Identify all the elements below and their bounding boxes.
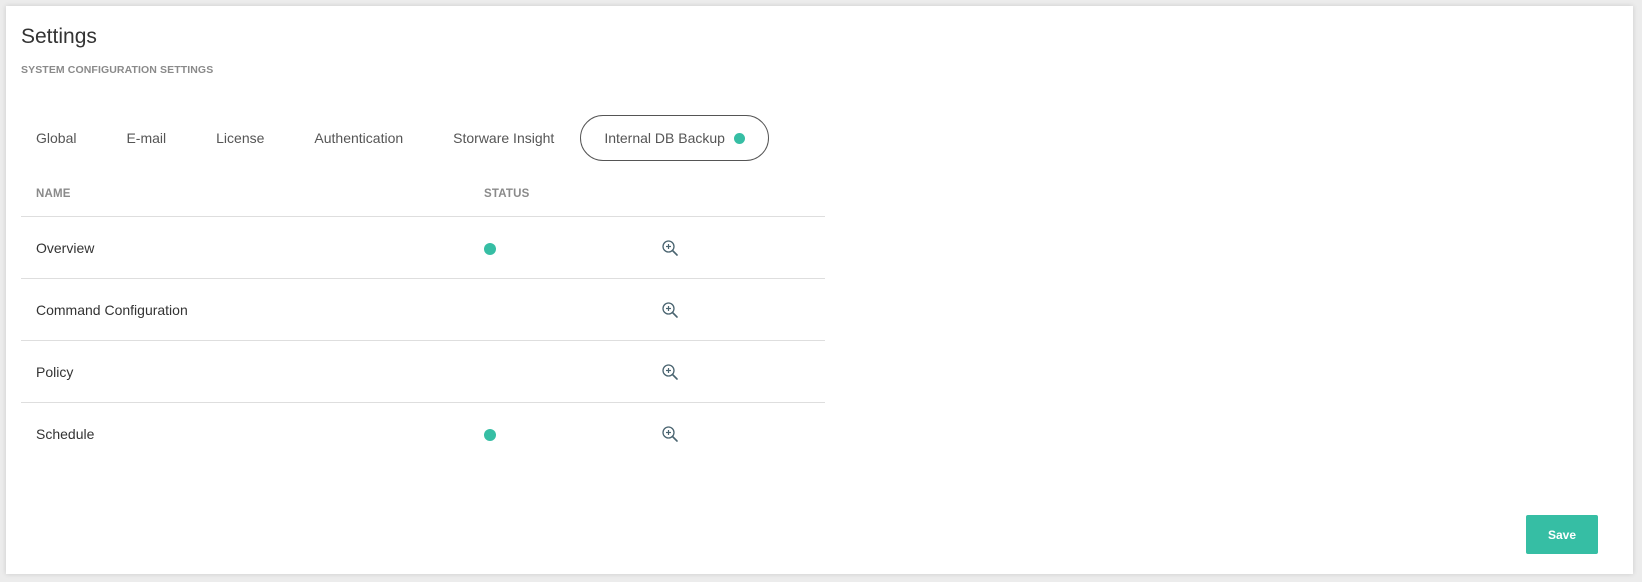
tab-global[interactable]: Global [36, 115, 76, 161]
tab-storware-insight[interactable]: Storware Insight [453, 115, 554, 161]
tab-label: Internal DB Backup [604, 130, 725, 146]
column-header-status: STATUS [484, 188, 530, 200]
tab-label: Authentication [314, 130, 404, 146]
table-row: Command Configuration [21, 279, 825, 341]
tab-internal-db-backup[interactable]: Internal DB Backup [580, 115, 769, 161]
status-ok-icon [484, 243, 496, 255]
save-button[interactable]: Save [1526, 515, 1598, 554]
zoom-in-icon[interactable] [661, 239, 679, 257]
tab-label: E-mail [126, 130, 167, 146]
tab-label: License [216, 130, 265, 146]
settings-tabs: Global E-mail License Authentication Sto… [36, 115, 769, 161]
tab-authentication[interactable]: Authentication [314, 115, 403, 161]
tab-email[interactable]: E-mail [126, 115, 166, 161]
tab-license[interactable]: License [216, 115, 264, 161]
tab-label: Global [36, 130, 77, 146]
settings-table: NAME STATUS Overview Command Configurati… [21, 182, 825, 465]
column-header-name: NAME [36, 188, 71, 200]
page-subtitle: SYSTEM CONFIGURATION SETTINGS [21, 64, 214, 76]
settings-card: Settings SYSTEM CONFIGURATION SETTINGS G… [6, 6, 1633, 574]
tab-label: Storware Insight [453, 130, 555, 146]
table-row: Overview [21, 217, 825, 279]
table-header: NAME STATUS [21, 182, 825, 217]
status-ok-icon [484, 429, 496, 441]
zoom-in-icon[interactable] [661, 363, 679, 381]
row-name: Policy [36, 364, 74, 380]
table-row: Policy [21, 341, 825, 403]
page-title: Settings [21, 25, 97, 48]
table-row: Schedule [21, 403, 825, 465]
status-dot-icon [733, 132, 745, 144]
row-name: Schedule [36, 426, 95, 442]
zoom-in-icon[interactable] [661, 301, 679, 319]
zoom-in-icon[interactable] [661, 425, 679, 443]
row-name: Overview [36, 240, 95, 256]
row-name: Command Configuration [36, 302, 188, 318]
